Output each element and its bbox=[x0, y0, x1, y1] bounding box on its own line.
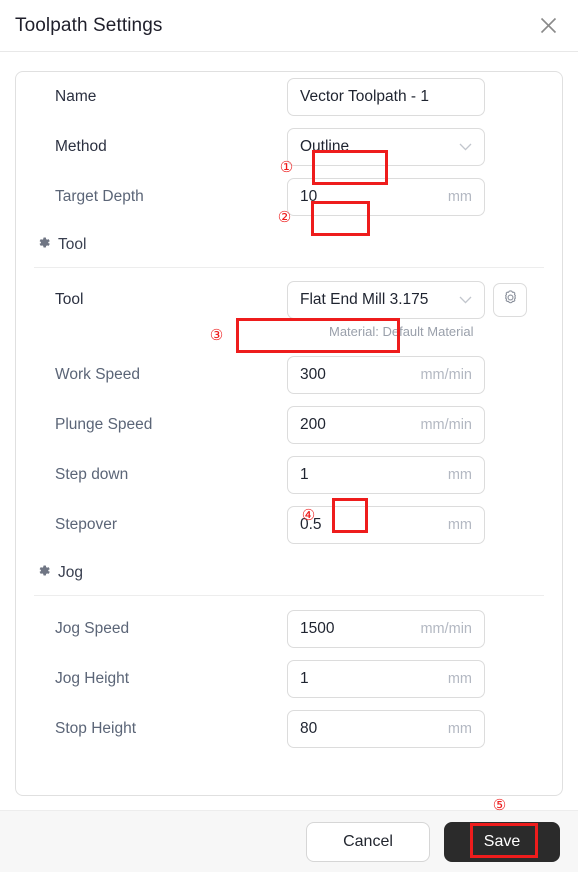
work-speed-value: 300 bbox=[300, 366, 326, 383]
label-tool: Tool bbox=[55, 291, 84, 308]
label-step-down: Step down bbox=[55, 466, 129, 483]
field-plunge-speed: 200 mm/min bbox=[287, 406, 485, 444]
dialog-body: Name Vector Toolpath - 1 Method Outline bbox=[0, 52, 578, 810]
stop-height-input[interactable]: 80 mm bbox=[287, 710, 485, 748]
tool-section-title: Tool bbox=[58, 236, 87, 253]
row-target-depth: Target Depth 10 mm bbox=[34, 172, 544, 222]
chevron-down-icon bbox=[459, 296, 472, 304]
page-title: Toolpath Settings bbox=[15, 14, 163, 36]
target-depth-value: 10 bbox=[300, 188, 318, 205]
field-work-speed: 300 mm/min bbox=[287, 356, 485, 394]
tool-select-value: Flat End Mill 3.175 bbox=[300, 291, 429, 308]
step-down-unit: mm bbox=[447, 467, 472, 483]
jog-speed-value: 1500 bbox=[300, 620, 335, 637]
field-stop-height: 80 mm bbox=[287, 710, 485, 748]
label-stepover: Stepover bbox=[55, 516, 118, 533]
label-name: Name bbox=[55, 88, 97, 105]
jog-section-divider bbox=[34, 595, 544, 596]
settings-card: Name Vector Toolpath - 1 Method Outline bbox=[15, 71, 563, 796]
label-jog-height: Jog Height bbox=[55, 670, 130, 687]
method-select[interactable]: Outline bbox=[287, 128, 485, 166]
tool-section-header: Tool bbox=[34, 228, 544, 262]
row-stepover: Stepover 0.5 mm bbox=[34, 500, 544, 550]
dialog-footer: Cancel Save bbox=[0, 810, 578, 872]
name-input[interactable]: Vector Toolpath - 1 bbox=[287, 78, 485, 116]
label-stop-height: Stop Height bbox=[55, 720, 136, 737]
work-speed-unit: mm/min bbox=[420, 367, 472, 383]
work-speed-input[interactable]: 300 mm/min bbox=[287, 356, 485, 394]
row-name: Name Vector Toolpath - 1 bbox=[34, 72, 544, 122]
jog-section-title: Jog bbox=[58, 564, 83, 581]
cancel-button[interactable]: Cancel bbox=[306, 821, 430, 862]
chevron-down-icon bbox=[459, 143, 472, 151]
gear-icon bbox=[36, 563, 51, 583]
name-input-value: Vector Toolpath - 1 bbox=[300, 88, 429, 105]
jog-speed-unit: mm/min bbox=[420, 621, 472, 637]
row-jog-height: Jog Height 1 mm bbox=[34, 654, 544, 704]
method-select-value: Outline bbox=[300, 138, 350, 155]
jog-height-unit: mm bbox=[447, 671, 472, 687]
plunge-speed-unit: mm/min bbox=[420, 417, 472, 433]
jog-section: Jog Jog Speed 1500 mm/min Jog Height 1 m… bbox=[34, 550, 544, 754]
field-stepover: 0.5 mm bbox=[287, 506, 485, 544]
toolpath-settings-dialog: Toolpath Settings Name Vector Toolpath -… bbox=[0, 0, 578, 872]
field-target-depth: 10 mm bbox=[287, 178, 485, 216]
row-tool: Tool Flat End Mill 3.175 bbox=[34, 276, 544, 324]
gear-icon bbox=[36, 235, 51, 255]
row-step-down: Step down 1 mm bbox=[34, 450, 544, 500]
field-jog-speed: 1500 mm/min bbox=[287, 610, 485, 648]
tool-select[interactable]: Flat End Mill 3.175 bbox=[287, 281, 485, 319]
row-plunge-speed: Plunge Speed 200 mm/min bbox=[34, 400, 544, 450]
label-method: Method bbox=[55, 138, 107, 155]
label-jog-speed: Jog Speed bbox=[55, 620, 130, 637]
field-jog-height: 1 mm bbox=[287, 660, 485, 698]
plunge-speed-value: 200 bbox=[300, 416, 326, 433]
material-note: Material: Default Material bbox=[329, 324, 474, 339]
save-button[interactable]: Save bbox=[444, 821, 560, 862]
jog-height-value: 1 bbox=[300, 670, 309, 687]
jog-height-input[interactable]: 1 mm bbox=[287, 660, 485, 698]
field-method: Outline bbox=[287, 128, 485, 166]
field-tool: Flat End Mill 3.175 bbox=[287, 281, 527, 319]
label-work-speed: Work Speed bbox=[55, 366, 141, 383]
tool-settings-button[interactable] bbox=[493, 283, 527, 317]
target-depth-input[interactable]: 10 mm bbox=[287, 178, 485, 216]
label-target-depth: Target Depth bbox=[55, 188, 144, 205]
row-method: Method Outline bbox=[34, 122, 544, 172]
step-down-input[interactable]: 1 mm bbox=[287, 456, 485, 494]
tool-section: Tool Tool Flat End Mill 3.175 Material: … bbox=[34, 222, 544, 550]
material-note-wrap: Material: Default Material bbox=[34, 324, 544, 350]
tool-section-divider bbox=[34, 267, 544, 268]
dialog-header: Toolpath Settings bbox=[0, 0, 578, 52]
field-name: Vector Toolpath - 1 bbox=[287, 78, 485, 116]
plunge-speed-input[interactable]: 200 mm/min bbox=[287, 406, 485, 444]
jog-section-header: Jog bbox=[34, 556, 544, 590]
stepover-input[interactable]: 0.5 mm bbox=[287, 506, 485, 544]
step-down-value: 1 bbox=[300, 466, 309, 483]
close-icon[interactable] bbox=[534, 12, 562, 40]
stop-height-unit: mm bbox=[447, 721, 472, 737]
stepover-unit: mm bbox=[447, 517, 472, 533]
field-step-down: 1 mm bbox=[287, 456, 485, 494]
row-stop-height: Stop Height 80 mm bbox=[34, 704, 544, 754]
stop-height-value: 80 bbox=[300, 720, 318, 737]
gear-icon bbox=[502, 289, 519, 311]
row-work-speed: Work Speed 300 mm/min bbox=[34, 350, 544, 400]
stepover-value: 0.5 bbox=[300, 516, 322, 533]
row-jog-speed: Jog Speed 1500 mm/min bbox=[34, 604, 544, 654]
label-plunge-speed: Plunge Speed bbox=[55, 416, 153, 433]
jog-speed-input[interactable]: 1500 mm/min bbox=[287, 610, 485, 648]
target-depth-unit: mm bbox=[447, 189, 472, 205]
